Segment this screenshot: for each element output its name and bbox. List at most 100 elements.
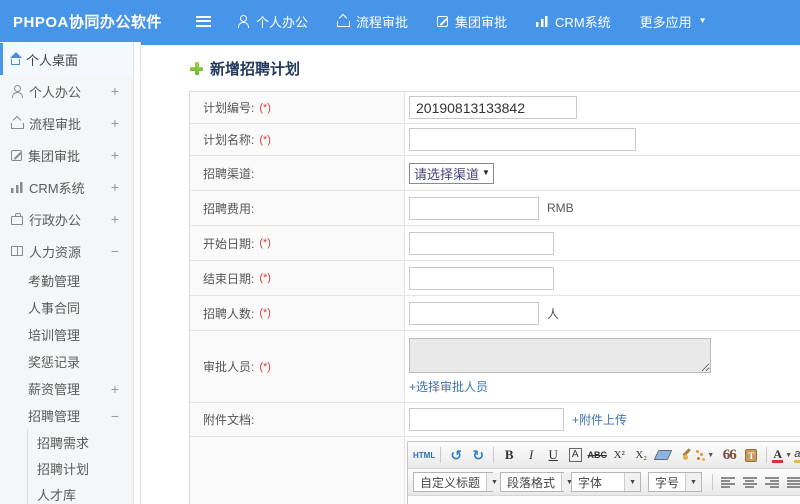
strikethrough-button[interactable]: ABC [587,445,607,466]
format-painter-button[interactable] [675,445,695,466]
menu-toggle-button[interactable] [196,15,211,27]
custom-title-select[interactable]: 自定义标题 ▼ [413,472,502,492]
font-family-select[interactable]: 字体 ▼ [571,472,641,492]
upload-attachment-link[interactable]: +附件上传 [572,411,627,428]
menu-icon [196,15,211,27]
paragraph-format-select[interactable]: 段落格式 ▼ [500,472,577,492]
approvers-textarea[interactable] [409,338,711,373]
sidebar-item-hr[interactable]: 人力资源 − [0,235,133,267]
sidebar-item-personal-desktop[interactable]: 个人桌面 [0,43,133,75]
edit-icon [11,149,22,161]
content-area: 个人桌面 个人办公 + 流程审批 + 集团审批 + CRM系统 + 行政办公 +… [0,42,800,504]
nav-workflow-approval[interactable]: 流程审批 [337,12,408,31]
page-title: 新增招聘计划 [210,61,301,78]
nav-personal-office[interactable]: 个人办公 [237,12,308,31]
top-header: PHPOA协同办公软件 个人办公 流程审批 集团审批 CRM系统 更多应用 ▼ [0,0,800,42]
sidebar-item-rewards[interactable]: 奖惩记录 [0,348,133,375]
sidebar-item-group-approval[interactable]: 集团审批 + [0,139,133,171]
caret-down-icon: ▼ [698,16,707,25]
form-row-fee: 招聘费用: RMB [190,191,800,226]
field-label: 招聘人数: [203,306,255,321]
paste-plain-text-button[interactable]: T [741,445,761,466]
separator [766,447,768,463]
required-marker: (*) [259,133,271,146]
field-label: 计划编号: [203,101,255,115]
expand-toggle-icon: + [110,380,119,397]
main-panel: 新增招聘计划 计划编号: (*) 计划名称: (*) [141,42,800,504]
redo-button[interactable]: ↻ [468,445,488,466]
headcount-input[interactable] [409,301,539,325]
plan-no-input[interactable] [409,96,577,119]
highlight-color-button[interactable]: ab ▼ [794,445,800,466]
remove-format-button[interactable] [653,445,673,466]
required-marker: (*) [259,237,271,249]
required-marker: (*) [259,272,271,284]
expand-toggle-icon: − [110,243,119,259]
field-label: 结束日期: [203,271,255,286]
plan-name-input[interactable] [409,128,636,151]
fee-input[interactable] [409,196,539,220]
sidebar-item-recruit-plan[interactable]: 招聘计划 [0,455,133,481]
caret-down-icon: ▼ [785,451,793,459]
sidebar-item-recruit-demand[interactable]: 招聘需求 [0,429,133,455]
form-row-channel: 招聘渠道: 请选择渠道 ▼ [190,156,800,191]
top-nav: 个人办公 流程审批 集团审批 CRM系统 更多应用 ▼ [237,12,736,31]
italic-button[interactable]: I [521,445,541,466]
separator [440,447,442,463]
bold-button[interactable]: B [499,445,519,466]
sidebar-item-hr-contract[interactable]: 人事合同 [0,294,133,321]
share-icon [337,15,351,27]
sidebar-item-training[interactable]: 培训管理 [0,321,133,348]
end-date-input[interactable] [409,266,554,290]
html-source-button[interactable]: HTML [413,445,435,466]
nav-more-apps[interactable]: 更多应用 ▼ [640,12,707,31]
field-label: 附件文档: [203,413,255,427]
form-row-end-date: 结束日期: (*) [190,261,800,296]
auto-typeset-button[interactable]: ▼ [697,445,717,466]
sidebar-item-admin-office[interactable]: 行政办公 + [0,203,133,235]
separator [711,474,713,490]
start-date-input[interactable] [409,231,554,255]
headcount-unit-label: 人 [547,306,560,321]
separator [493,447,495,463]
sidebar-item-personal-office[interactable]: 个人办公 + [0,75,133,107]
char-border-button[interactable]: A [565,445,585,466]
form-row-start-date: 开始日期: (*) [190,226,800,261]
form-row-plan-no: 计划编号: (*) [190,92,800,124]
attachment-input[interactable] [409,408,564,431]
form-row-headcount: 招聘人数: (*) 人 [190,296,800,331]
align-justify-button[interactable] [784,472,800,493]
underline-button[interactable]: U [543,445,563,466]
expand-toggle-icon: + [110,211,119,227]
add-plus-icon [190,62,203,75]
sidebar-item-recruit-mgmt[interactable]: 招聘管理 − [0,402,133,429]
font-color-button[interactable]: A ▼ [772,445,792,466]
blockquote-button[interactable]: 66 [719,445,739,466]
sidebar-scrollbar[interactable] [134,42,141,504]
page-title-row: 新增招聘计划 [190,58,800,79]
sidebar-item-attendance[interactable]: 考勤管理 [0,267,133,294]
nav-group-approval[interactable]: 集团审批 [437,12,507,31]
align-right-button[interactable] [762,472,782,493]
editor-content-area[interactable] [408,496,800,504]
font-size-select[interactable]: 字号 ▼ [648,472,702,492]
superscript-button[interactable]: X² [609,445,629,466]
sidebar-item-crm[interactable]: CRM系统 + [0,171,133,203]
sidebar-item-workflow-approval[interactable]: 流程审批 + [0,107,133,139]
sidebar-item-talent-pool[interactable]: 人才库 [0,481,133,504]
expand-toggle-icon: + [110,115,119,131]
edit-icon [437,15,449,27]
book-icon [11,246,23,256]
sidebar-item-salary[interactable]: 薪资管理 + [0,375,133,402]
caret-down-icon: ▼ [685,473,701,491]
undo-button[interactable]: ↺ [446,445,466,466]
expand-toggle-icon: − [110,407,119,424]
caret-down-icon: ▼ [624,473,640,491]
align-center-button[interactable] [740,472,760,493]
select-approvers-link[interactable]: +选择审批人员 [409,378,488,395]
subscript-button[interactable]: X₂ [631,445,651,466]
channel-select[interactable]: 请选择渠道 ▼ [409,162,494,184]
align-left-button[interactable] [718,472,738,493]
nav-crm[interactable]: CRM系统 [536,12,611,31]
sidebar: 个人桌面 个人办公 + 流程审批 + 集团审批 + CRM系统 + 行政办公 +… [0,42,134,504]
